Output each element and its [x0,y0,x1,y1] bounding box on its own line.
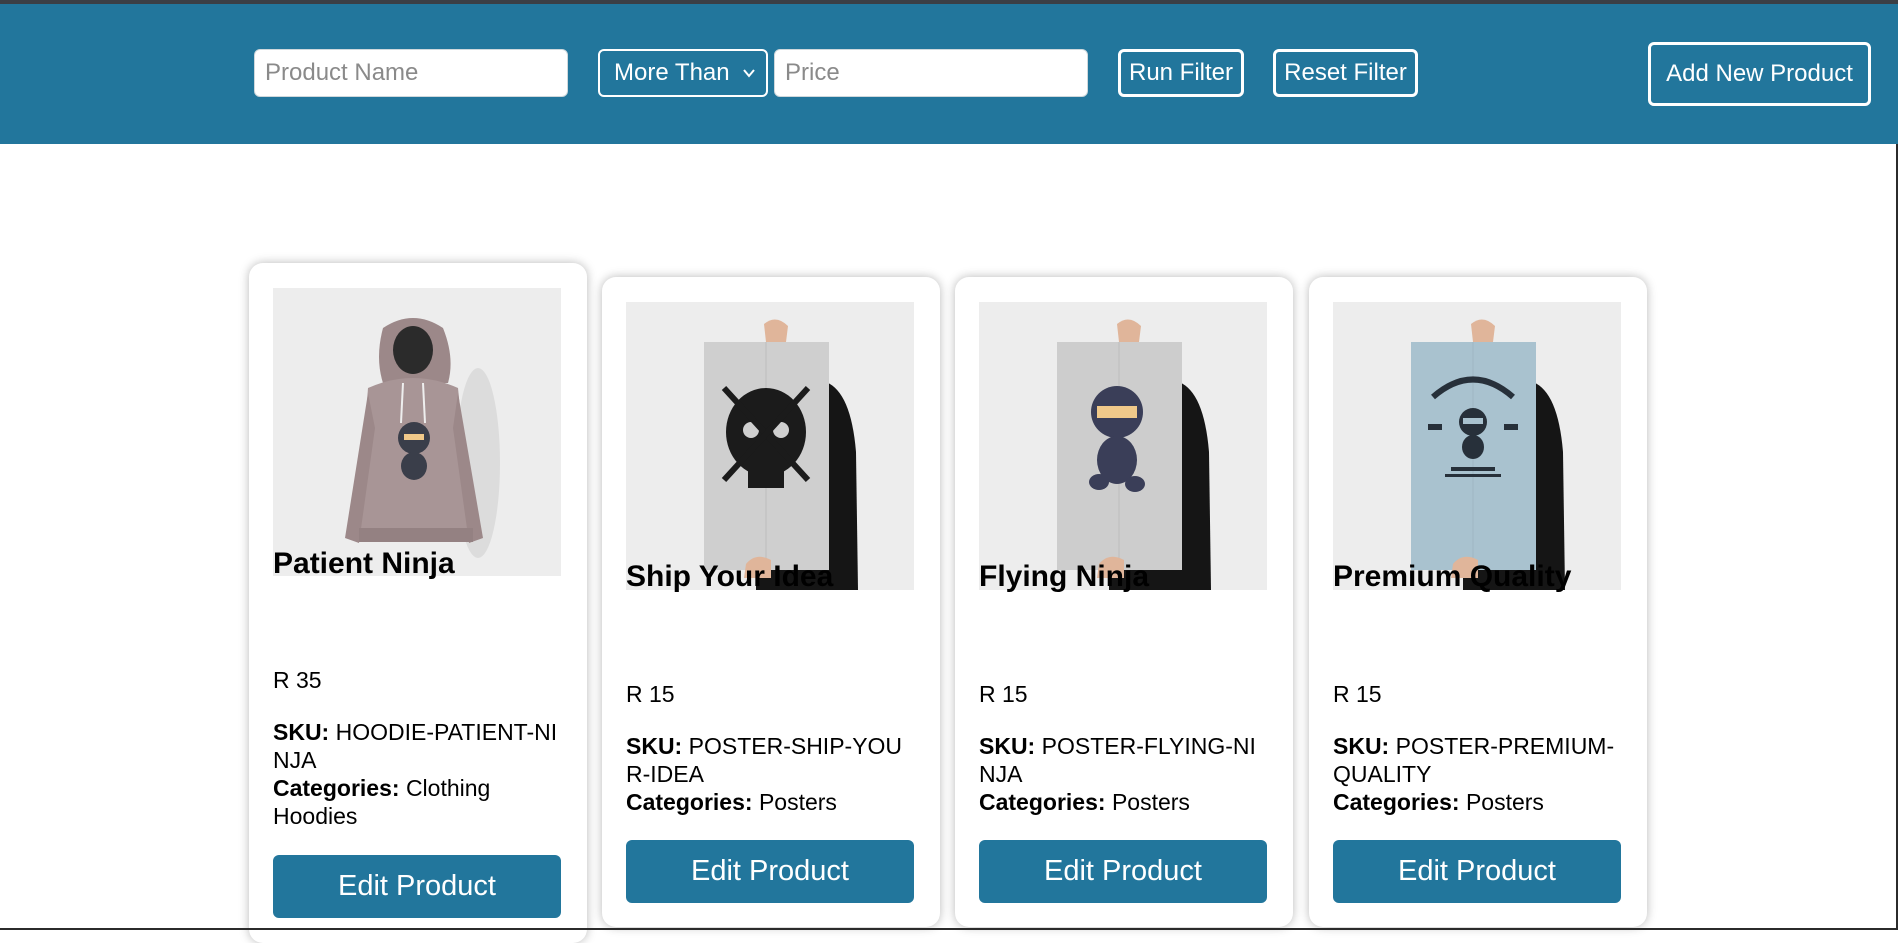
price-input[interactable] [774,49,1088,97]
categories-value: Posters [1111,789,1190,815]
categories-label: Categories: [273,775,400,801]
poster-flying-ninja-image [979,302,1267,590]
sku-label: SKU: [626,733,683,759]
categories-label: Categories: [979,789,1106,815]
categories-label: Categories: [626,789,753,815]
product-meta: SKU: HOODIE-PATIENT-NINJA Categories: Cl… [273,718,563,830]
sku-label: SKU: [1333,733,1390,759]
poster-ship-your-idea-image [626,302,914,590]
product-price: R 15 [626,681,675,707]
product-price: R 15 [1333,681,1382,707]
product-price: R 15 [979,681,1028,707]
edit-product-button[interactable]: Edit Product [626,840,914,903]
product-meta: SKU: POSTER-FLYING-NINJA Categories: Pos… [979,732,1269,816]
sku-label: SKU: [979,733,1036,759]
product-name: Patient Ninja [273,547,455,580]
poster-premium-quality-image [1333,302,1621,590]
add-new-product-button[interactable]: Add New Product [1648,42,1871,106]
filter-bar: More Than Run Filter Reset Filter Add Ne… [0,4,1898,144]
run-filter-button[interactable]: Run Filter [1118,49,1244,97]
edit-product-button[interactable]: Edit Product [979,840,1267,903]
categories-value: Posters [1465,789,1544,815]
edit-product-button[interactable]: Edit Product [273,855,561,918]
product-name-input[interactable] [254,49,568,97]
product-meta: SKU: POSTER-PREMIUM-QUALITY Categories: … [1333,732,1623,816]
product-name: Premium Quality [1333,560,1572,593]
categories-value: Posters [758,789,837,815]
categories-label: Categories: [1333,789,1460,815]
product-card: Patient Ninja R 35 SKU: HOODIE-PATIENT-N… [249,263,587,943]
comparison-selected-label: More Than [614,59,730,86]
product-card: Ship Your Idea R 15 SKU: POSTER-SHIP-YOU… [602,277,940,927]
chevron-down-icon [743,69,755,78]
product-card: Flying Ninja R 15 SKU: POSTER-FLYING-NIN… [955,277,1293,927]
reset-filter-button[interactable]: Reset Filter [1273,49,1418,97]
comparison-select[interactable]: More Than [598,49,768,97]
product-name: Flying Ninja [979,560,1150,593]
product-meta: SKU: POSTER-SHIP-YOUR-IDEA Categories: P… [626,732,916,816]
product-price: R 35 [273,667,322,693]
product-name: Ship Your Idea [626,560,834,593]
hoodie-ninja-image [273,288,561,576]
edit-product-button[interactable]: Edit Product [1333,840,1621,903]
sku-label: SKU: [273,719,330,745]
product-card: Premium Quality R 15 SKU: POSTER-PREMIUM… [1309,277,1647,927]
